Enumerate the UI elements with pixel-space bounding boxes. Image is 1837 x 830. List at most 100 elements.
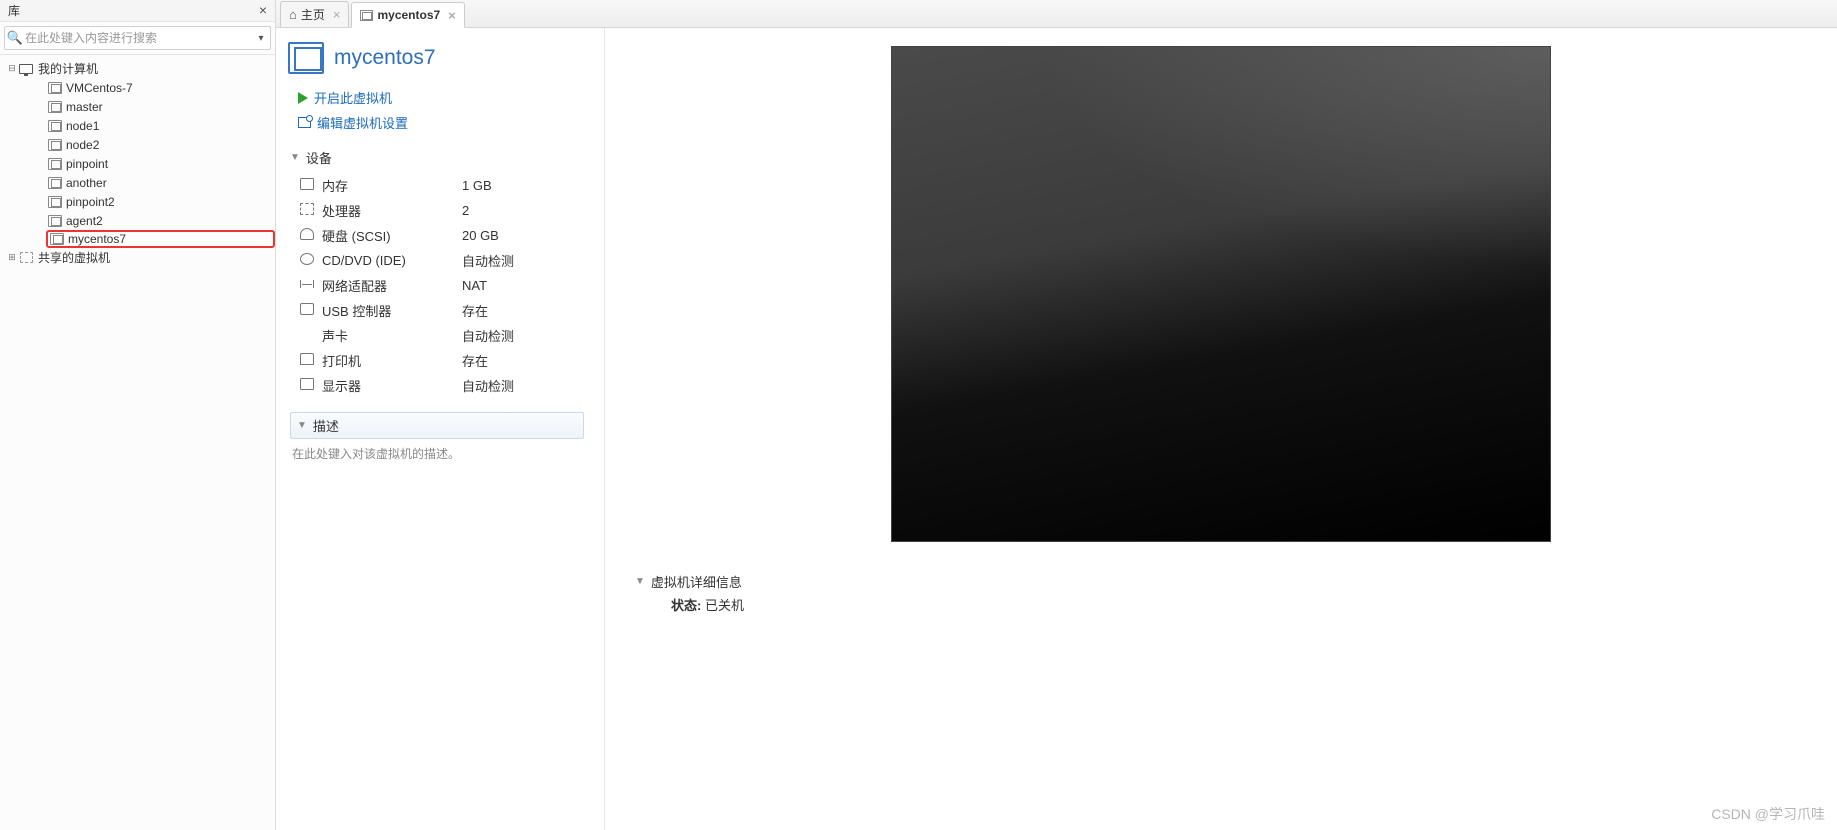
device-row[interactable]: 显示器自动检测 — [296, 373, 598, 398]
device-value: 2 — [458, 198, 598, 223]
device-name: 硬盘 (SCSI) — [318, 223, 458, 248]
tab-vm-current[interactable]: mycentos7 × — [351, 2, 464, 28]
description-header[interactable]: ▼ 描述 — [290, 412, 584, 439]
tree-item-master[interactable]: master — [48, 97, 275, 116]
computer-icon — [18, 62, 34, 76]
device-row[interactable]: 硬盘 (SCSI)20 GB — [296, 223, 598, 248]
sound-icon — [300, 328, 314, 340]
device-name: 内存 — [318, 173, 458, 198]
tree-item-pinpoint[interactable]: pinpoint — [48, 154, 275, 173]
device-name: 打印机 — [318, 348, 458, 373]
device-value: 存在 — [458, 348, 598, 373]
vm-icon — [48, 120, 62, 132]
tree-item-mycentos7[interactable]: mycentos7 — [46, 230, 275, 248]
status-row: 状态: 已关机 — [671, 595, 1821, 614]
chevron-down-icon: ▼ — [635, 576, 645, 587]
collapse-icon[interactable]: ⊟ — [6, 63, 18, 74]
close-icon[interactable]: × — [255, 3, 271, 19]
tree-item-label: mycentos7 — [68, 232, 126, 246]
tree-item-label: VMCentos-7 — [66, 81, 133, 95]
tree-root-my-computer[interactable]: ⊟ 我的计算机 — [6, 59, 275, 78]
device-row[interactable]: CD/DVD (IDE)自动检测 — [296, 248, 598, 273]
chevron-down-icon[interactable]: ▾ — [252, 33, 270, 44]
device-name: CD/DVD (IDE) — [318, 248, 458, 273]
device-value: 自动检测 — [458, 373, 598, 398]
tab-label: 主页 — [301, 6, 325, 23]
detail-section-header[interactable]: ▼ 虚拟机详细信息 — [635, 572, 1821, 591]
close-icon[interactable]: × — [333, 7, 341, 22]
tree-item-node2[interactable]: node2 — [48, 135, 275, 154]
tree-item-another[interactable]: another — [48, 173, 275, 192]
device-value: 自动检测 — [458, 248, 598, 273]
search-icon: 🔍 — [5, 30, 25, 46]
device-name: 处理器 — [318, 198, 458, 223]
start-vm-link[interactable]: 开启此虚拟机 — [298, 88, 588, 107]
net-icon — [300, 278, 314, 290]
tree-item-VMCentos-7[interactable]: VMCentos-7 — [48, 78, 275, 97]
description-placeholder-text[interactable]: 在此处键入对该虚拟机的描述。 — [290, 439, 584, 468]
close-icon[interactable]: × — [448, 8, 456, 23]
tree-item-label: node1 — [66, 119, 99, 133]
tab-bar: ⌂ 主页 × mycentos7 × — [276, 0, 1837, 28]
vm-icon — [48, 101, 62, 113]
tree-item-label: agent2 — [66, 214, 103, 228]
expand-icon[interactable]: ⊞ — [6, 252, 18, 263]
library-sidebar: 库 × 🔍 ▾ ⊟ 我的计算机 VMCentos-7 master node1 nod… — [0, 0, 276, 830]
sidebar-title: 库 — [4, 2, 255, 19]
vm-icon — [48, 139, 62, 151]
edit-vm-settings-link[interactable]: 编辑虚拟机设置 — [298, 113, 588, 132]
display-icon — [300, 378, 314, 390]
device-name: USB 控制器 — [318, 298, 458, 323]
tree-item-label: node2 — [66, 138, 99, 152]
device-value: 存在 — [458, 298, 598, 323]
section-title: 设备 — [306, 148, 332, 167]
tree-item-label: master — [66, 100, 103, 114]
description-section: ▼ 描述 在此处键入对该虚拟机的描述。 — [290, 412, 584, 468]
search-box: 🔍 ▾ — [4, 26, 271, 50]
vm-screen-preview[interactable] — [891, 46, 1551, 542]
vm-title-row: mycentos7 — [288, 42, 588, 74]
tree-item-label: pinpoint2 — [66, 195, 115, 209]
device-value: NAT — [458, 273, 598, 298]
device-row[interactable]: 打印机存在 — [296, 348, 598, 373]
printer-icon — [300, 353, 314, 365]
status-value: 已关机 — [705, 598, 744, 613]
tree-label: 共享的虚拟机 — [38, 249, 110, 266]
section-title: 描述 — [313, 416, 339, 435]
mem-icon — [300, 178, 314, 190]
cpu-icon — [300, 203, 314, 215]
vm-icon — [50, 233, 64, 245]
device-row[interactable]: USB 控制器存在 — [296, 298, 598, 323]
link-label: 编辑虚拟机设置 — [317, 113, 408, 132]
device-row[interactable]: 内存1 GB — [296, 173, 598, 198]
vm-name-heading: mycentos7 — [334, 46, 436, 70]
device-value: 1 GB — [458, 173, 598, 198]
device-name: 网络适配器 — [318, 273, 458, 298]
chevron-down-icon: ▼ — [297, 420, 307, 431]
tab-label: mycentos7 — [377, 8, 440, 22]
device-row[interactable]: 处理器2 — [296, 198, 598, 223]
device-table: 内存1 GB处理器2硬盘 (SCSI)20 GBCD/DVD (IDE)自动检测… — [296, 173, 598, 398]
tree-root-shared[interactable]: ⊞ 共享的虚拟机 — [6, 248, 275, 267]
tab-home[interactable]: ⌂ 主页 × — [280, 1, 349, 27]
tree-item-label: pinpoint — [66, 157, 108, 171]
disk-icon — [300, 228, 314, 240]
devices-section-header[interactable]: ▼ 设备 — [290, 148, 588, 167]
search-input[interactable] — [25, 31, 252, 45]
vm-detail-section: ▼ 虚拟机详细信息 状态: 已关机 — [635, 572, 1821, 614]
tree-item-agent2[interactable]: agent2 — [48, 211, 275, 230]
sidebar-header: 库 × — [0, 0, 275, 22]
preview-pane: ▼ 虚拟机详细信息 状态: 已关机 — [604, 28, 1837, 830]
vm-icon — [48, 158, 62, 170]
vm-icon — [288, 42, 324, 74]
content-row: mycentos7 开启此虚拟机 编辑虚拟机设置 ▼ 设备 内存1 GB处理器2… — [276, 28, 1837, 830]
device-row[interactable]: 声卡自动检测 — [296, 323, 598, 348]
device-row[interactable]: 网络适配器NAT — [296, 273, 598, 298]
main-area: ⌂ 主页 × mycentos7 × mycentos7 开启此虚拟机 — [276, 0, 1837, 830]
vm-icon — [48, 215, 62, 227]
action-links: 开启此虚拟机 编辑虚拟机设置 — [298, 88, 588, 132]
tree-item-pinpoint2[interactable]: pinpoint2 — [48, 192, 275, 211]
tree-label: 我的计算机 — [38, 60, 98, 77]
tree-item-node1[interactable]: node1 — [48, 116, 275, 135]
play-icon — [298, 92, 308, 104]
